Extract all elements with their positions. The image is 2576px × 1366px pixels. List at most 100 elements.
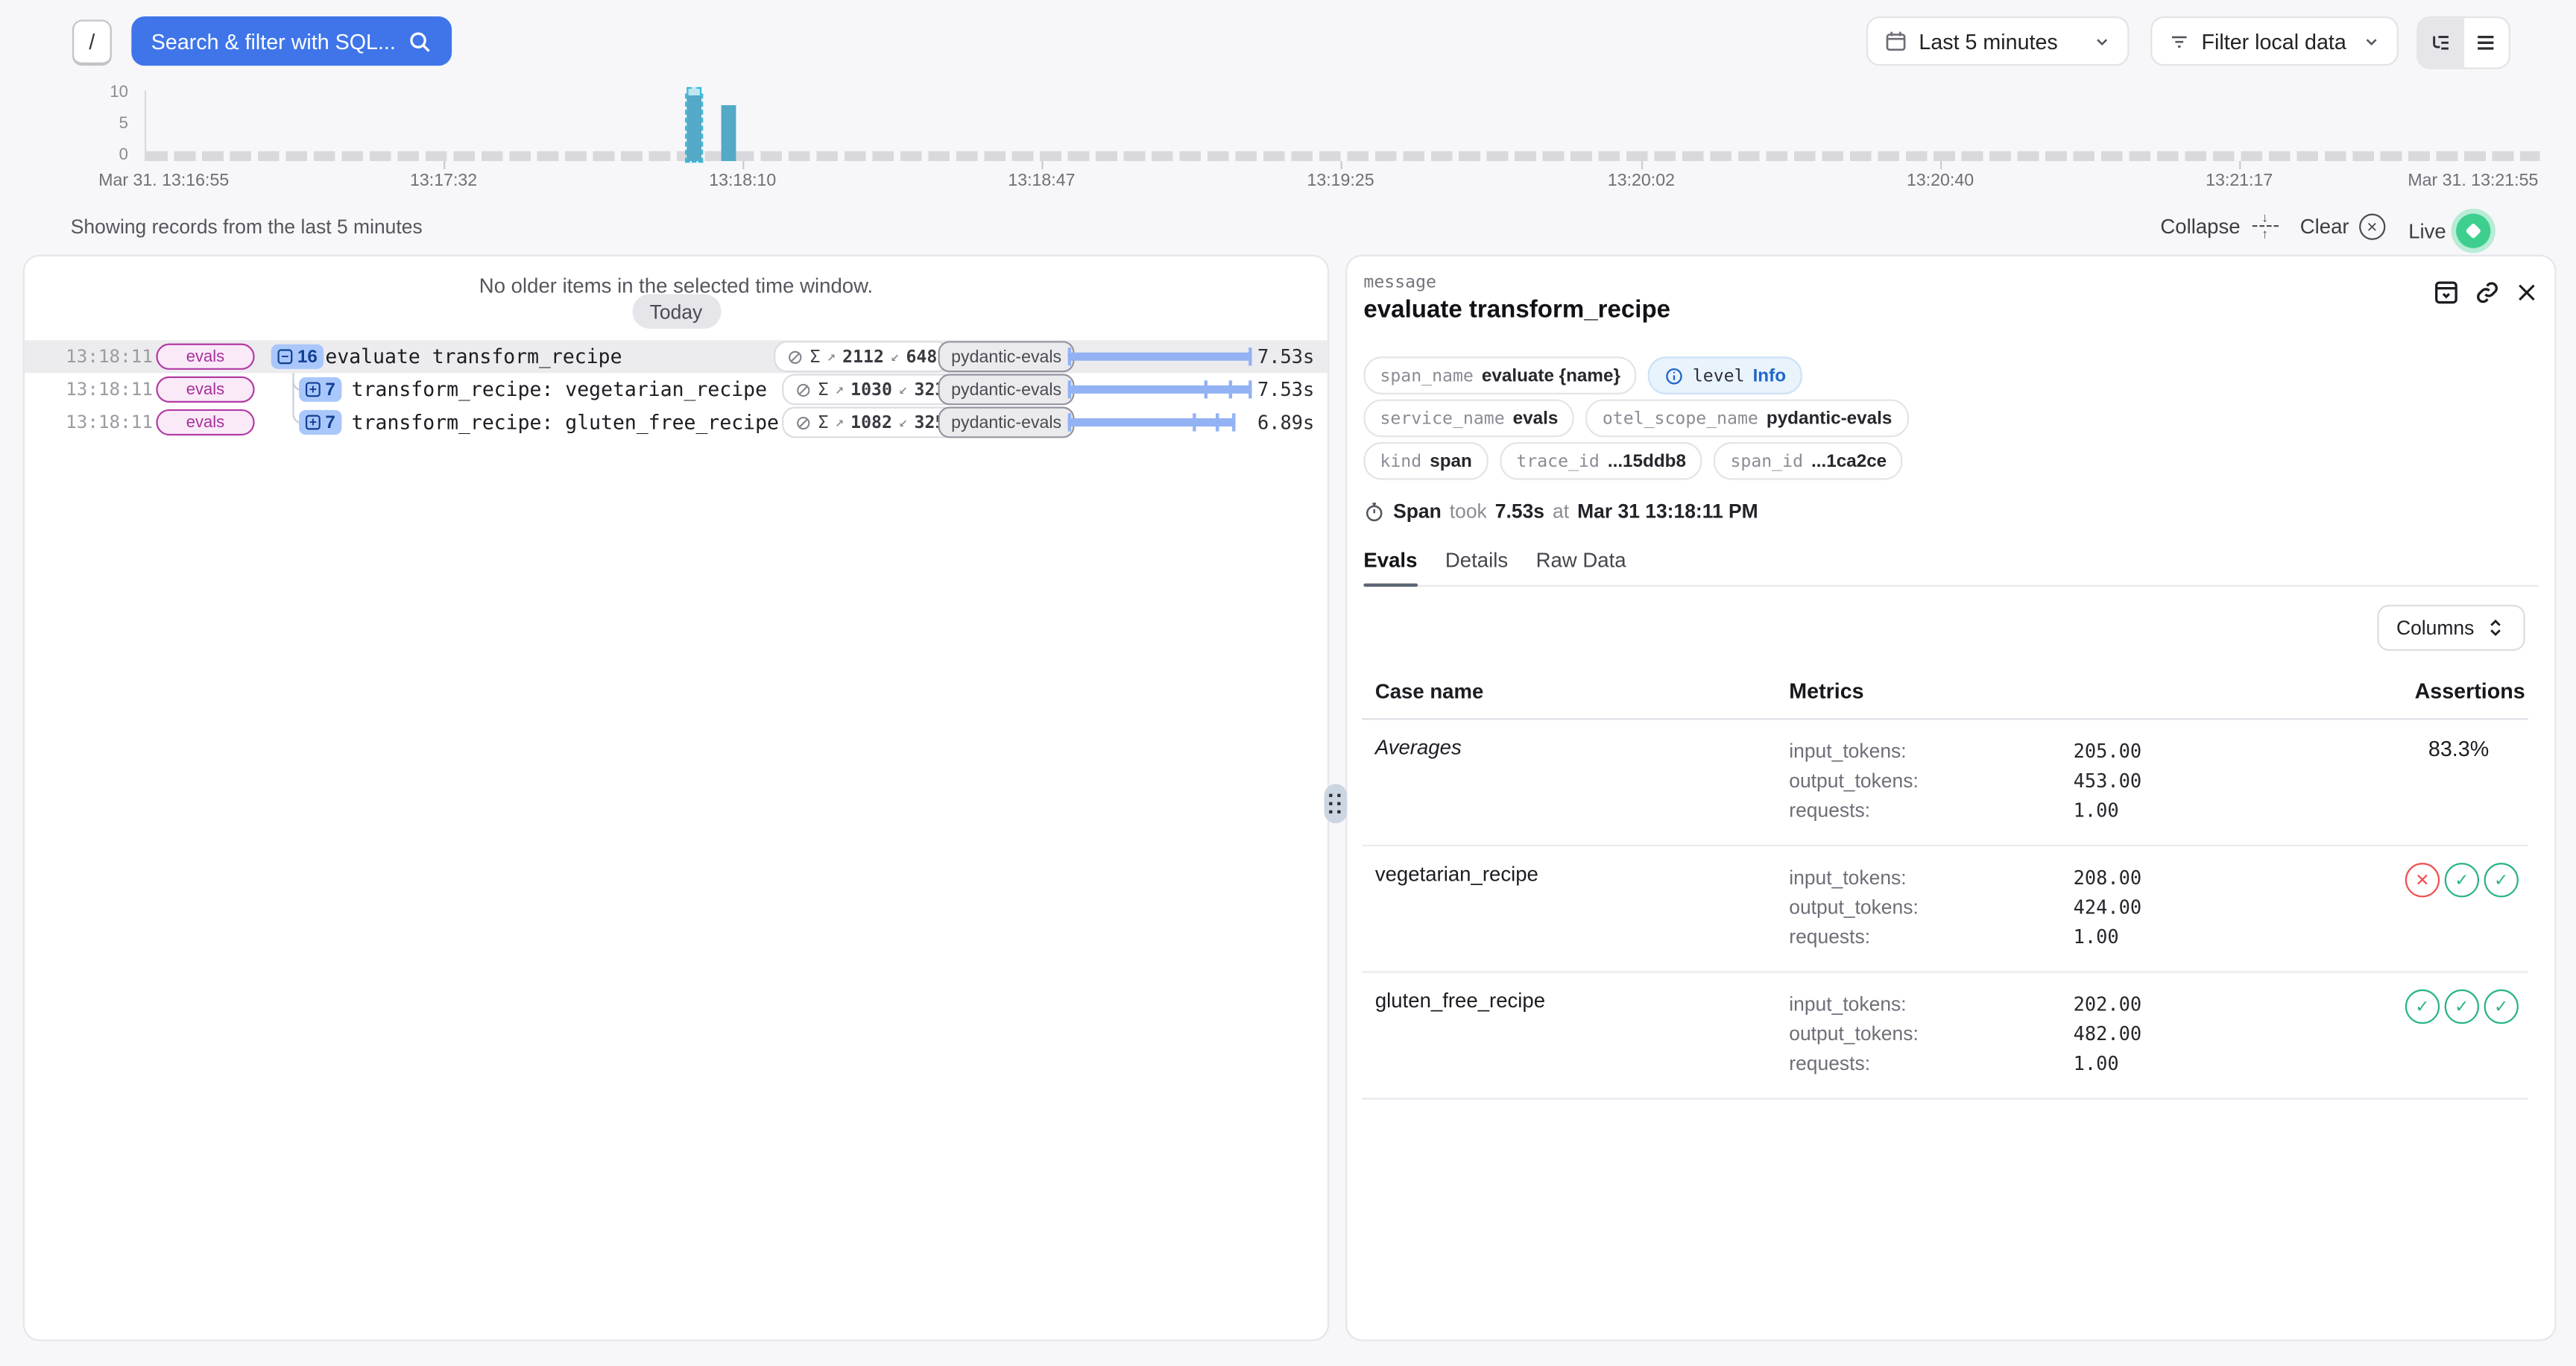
dock-panel-icon[interactable] [2433,280,2459,306]
logfire-live-view: / Search & filter with SQL... Last 5 min… [0,0,2576,1366]
service-badge[interactable]: evals [156,377,254,403]
columns-button[interactable]: Columns [2377,605,2525,651]
x-axis-label: Mar 31. 13:21:55 [2408,171,2538,190]
clear-button[interactable]: Clear ✕ [2300,214,2385,240]
records-histogram[interactable] [145,90,2540,161]
duration-value: 6.89s [1257,411,1314,434]
live-toggle[interactable]: Live [2408,214,2490,248]
tag-span-name[interactable]: span_name evaluate {name} [1363,356,1637,394]
summary-span: Span [1393,500,1442,523]
input-arrow-icon: ↗ [835,381,844,397]
expand-children-badge[interactable]: + 7 [299,410,342,435]
expand-children-badge[interactable]: + 7 [299,377,342,402]
search-icon [408,29,432,54]
tree-view-toggle[interactable] [2418,18,2463,67]
tag-kind[interactable]: kind span [1363,442,1488,480]
time-range-select[interactable]: Last 5 minutes [1866,16,2130,66]
x-axis-tick [742,161,744,169]
fail-x-icon: ✕ [2405,863,2440,897]
assertions-icons: ✕✓✓ [2282,863,2528,951]
tag-trace-id[interactable]: trace_id ...15ddb8 [1500,442,1702,480]
tag-service-name[interactable]: service_name evals [1363,400,1574,438]
today-chip[interactable]: Today [631,295,720,329]
pass-check-icon: ✓ [2484,989,2519,1024]
collapse-label: Collapse [2160,215,2240,238]
y-axis-tick-10: 10 [95,84,128,101]
close-icon[interactable] [2515,281,2538,304]
copy-link-icon[interactable] [2474,280,2500,306]
trace-row-root[interactable]: 13:18:11 evals − 16 evaluate transform_r… [25,340,1328,373]
histogram-bar[interactable] [722,105,736,161]
assertions-icons: ✓✓✓ [2282,989,2528,1078]
trace-row-child[interactable]: 13:18:11 evals + 7 transform_recipe: veg… [25,373,1328,406]
square-plus-icon: + [306,415,321,430]
summary-duration: 7.53s [1495,500,1544,523]
span-message: evaluate transform_recipe [325,345,622,368]
duration-value: 7.53s [1257,345,1314,368]
tokens-icon [787,348,804,365]
list-view-toggle[interactable] [2463,18,2509,67]
info-icon [1664,365,1684,385]
metrics-cell: input_tokens:202.00 output_tokens:482.00… [1789,989,2282,1078]
pass-check-icon: ✓ [2445,989,2479,1024]
tab-raw-data[interactable]: Raw Data [1536,549,1626,585]
span-message: transform_recipe: vegetarian_recipe [352,378,767,401]
collapse-button[interactable]: Collapse ↓↑ [2160,214,2279,239]
x-axis-label: 13:21:17 [2206,171,2273,190]
header-case-name: Case name [1362,679,1789,702]
x-axis-tick [1940,161,1942,169]
panel-resize-handle[interactable] [1325,784,1348,823]
list-view-icon [2475,31,2498,54]
histogram-bar-selected[interactable] [686,95,701,161]
filter-local-data-select[interactable]: Filter local data [2150,16,2399,66]
metrics-cell: input_tokens:205.00 output_tokens:453.00… [1789,736,2282,825]
pass-check-icon: ✓ [2484,863,2519,897]
x-axis-label: 13:17:32 [410,171,477,190]
table-row-averages[interactable]: Averages input_tokens:205.00 output_toke… [1362,720,2528,846]
tokens-icon [795,381,812,397]
span-detail-panel: message evaluate transform_recipe span_n… [1345,255,2556,1341]
square-minus-icon: − [277,349,292,364]
case-name: Averages [1362,736,1789,825]
chevron-down-icon [2362,32,2380,50]
y-axis-tick-5: 5 [95,115,128,133]
tag-span-id[interactable]: span_id ...1ca2ce [1714,442,1903,480]
service-badge[interactable]: evals [156,409,254,435]
table-row-vegetarian-recipe[interactable]: vegetarian_recipe input_tokens:208.00 ou… [1362,846,2528,973]
tag-otel-scope-name[interactable]: otel_scope_name pydantic-evals [1586,400,1909,438]
token-usage-pill: Σ ↗1030 ↙323 [782,374,959,405]
filter-icon [2168,31,2190,52]
clear-circle-x-icon: ✕ [2359,214,2385,240]
child-count: 7 [325,380,335,399]
x-axis-tick [443,161,445,169]
x-axis-label: 13:20:40 [1907,171,1974,190]
trace-list-panel: No older items in the selected time wind… [23,255,1329,1341]
filter-value: Filter local data [2201,29,2346,54]
output-arrow-icon: ↙ [899,414,908,430]
otel-scope-pill: pydantic-evals [938,374,1075,405]
child-count: 16 [297,347,318,366]
span-title: evaluate transform_recipe [1363,296,1670,324]
evals-table: Case name Metrics Assertions Averages in… [1362,664,2528,1099]
trace-row-child[interactable]: 13:18:11 evals + 7 transform_recipe: glu… [25,406,1328,438]
table-row-gluten-free-recipe[interactable]: gluten_free_recipe input_tokens:202.00 o… [1362,973,2528,1098]
tag-level[interactable]: level Info [1648,356,1802,394]
records-status-text: Showing records from the last 5 minutes [71,215,423,239]
row-timestamp: 13:18:11 [66,412,153,433]
detail-tabs: Evals Details Raw Data [1363,549,2538,587]
collapse-children-badge[interactable]: − 16 [271,344,324,369]
token-usage-pill: Σ ↗1082 ↙325 [782,407,959,438]
tab-evals[interactable]: Evals [1363,549,1417,585]
output-arrow-icon: ↙ [891,348,900,365]
tokens-icon [795,414,812,430]
metrics-cell: input_tokens:208.00 output_tokens:424.00… [1789,863,2282,951]
tab-details[interactable]: Details [1445,549,1508,585]
service-badge[interactable]: evals [156,344,254,370]
record-kind-label: message [1363,273,1436,292]
trace-rows: 13:18:11 evals − 16 evaluate transform_r… [25,340,1328,438]
live-indicator-icon [2456,214,2490,248]
stopwatch-icon [1363,500,1385,522]
search-button[interactable]: Search & filter with SQL... [131,16,452,66]
sum-icon: Σ [818,380,829,399]
span-message: transform_recipe: gluten_free_recipe [352,411,779,434]
